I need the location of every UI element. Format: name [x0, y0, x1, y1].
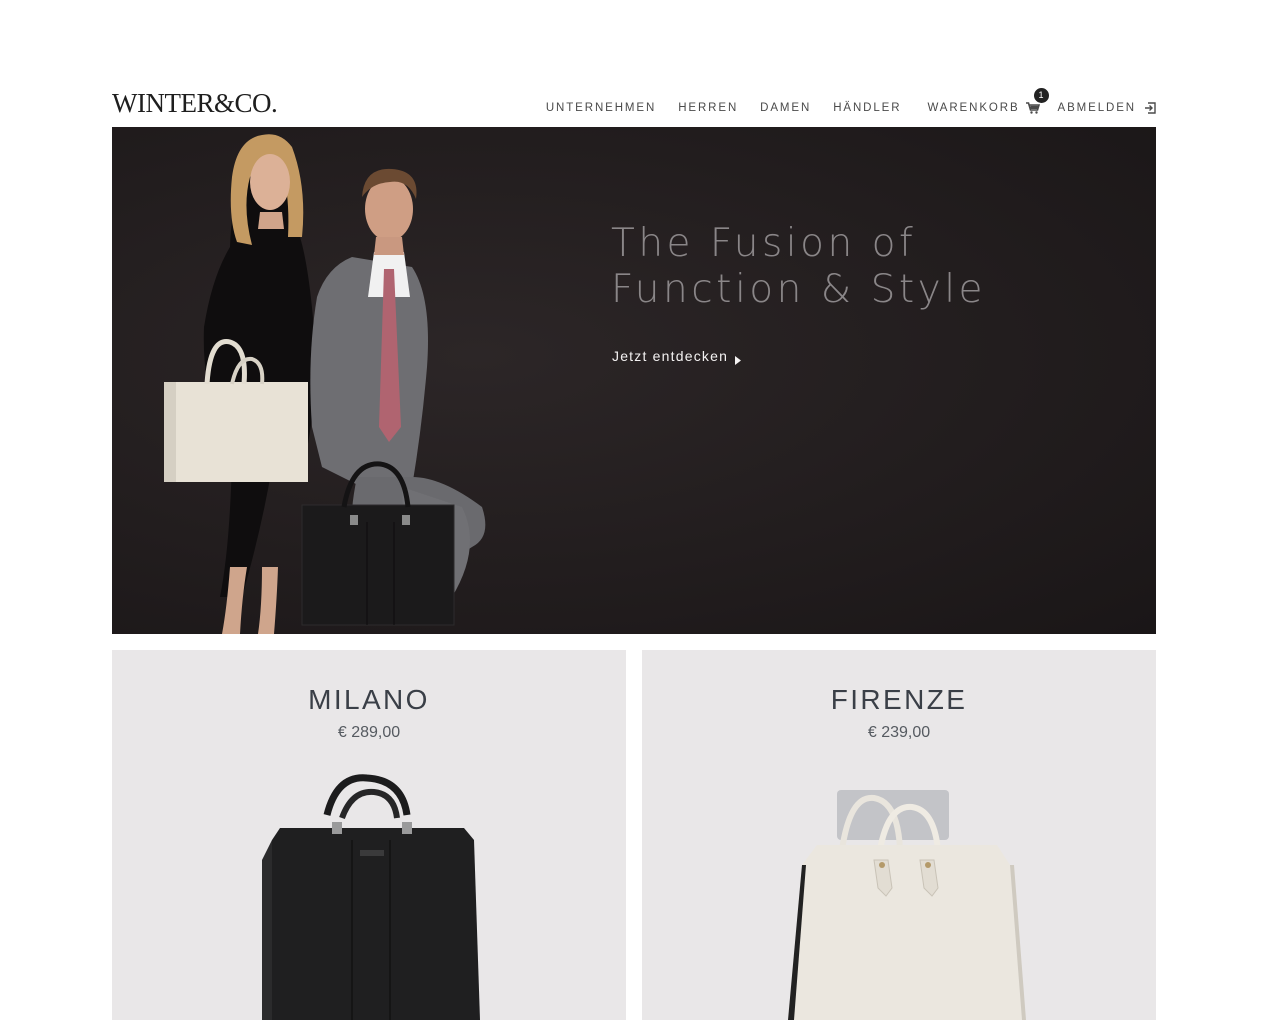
nav-item-damen[interactable]: DAMEN — [760, 102, 811, 114]
site-header: WINTER&CO. UNTERNEHMEN HERREN DAMEN HÄND… — [112, 86, 1156, 124]
caret-right-icon — [735, 352, 742, 365]
hero-banner: The Fusion of Function & Style Jetzt ent… — [112, 127, 1156, 634]
hero-title-line2: Function & Style — [611, 267, 987, 312]
nav-item-unternehmen[interactable]: UNTERNEHMEN — [546, 102, 656, 114]
product-card-firenze[interactable]: FIRENZE € 239,00 — [642, 650, 1156, 1020]
product-card-milano[interactable]: MILANO € 289,00 — [112, 650, 626, 1020]
product-price: € 239,00 — [867, 724, 931, 741]
logout-icon — [1144, 102, 1156, 114]
hero-title-line1: The Fusion of — [611, 221, 917, 266]
product-image-milano — [262, 774, 480, 1020]
logout-label: ABMELDEN — [1057, 102, 1136, 114]
cart-icon: 1 — [1025, 88, 1049, 114]
hero-cta-label: Jetzt entdecken — [612, 348, 729, 364]
product-name: MILANO — [308, 684, 430, 715]
hero-title: The Fusion of Function & Style — [611, 221, 1131, 313]
cart-count-badge: 1 — [1033, 88, 1049, 103]
product-price: € 289,00 — [337, 724, 401, 741]
nav-item-cart[interactable]: WARENKORB 1 — [927, 88, 1049, 114]
nav-item-logout[interactable]: ABMELDEN — [1058, 102, 1156, 114]
brand-logo[interactable]: WINTER&CO. — [112, 88, 278, 119]
product-name: FIRENZE — [830, 684, 968, 715]
cart-label: WARENKORB — [927, 102, 1020, 114]
main-nav: UNTERNEHMEN HERREN DAMEN HÄNDLER WARENKO… — [546, 88, 1156, 114]
nav-item-haendler[interactable]: HÄNDLER — [833, 102, 901, 114]
product-image-firenze — [788, 790, 1026, 1020]
hero-cta-link[interactable]: Jetzt entdecken — [612, 348, 742, 365]
nav-item-herren[interactable]: HERREN — [678, 102, 738, 114]
hero-models-image — [164, 134, 486, 634]
